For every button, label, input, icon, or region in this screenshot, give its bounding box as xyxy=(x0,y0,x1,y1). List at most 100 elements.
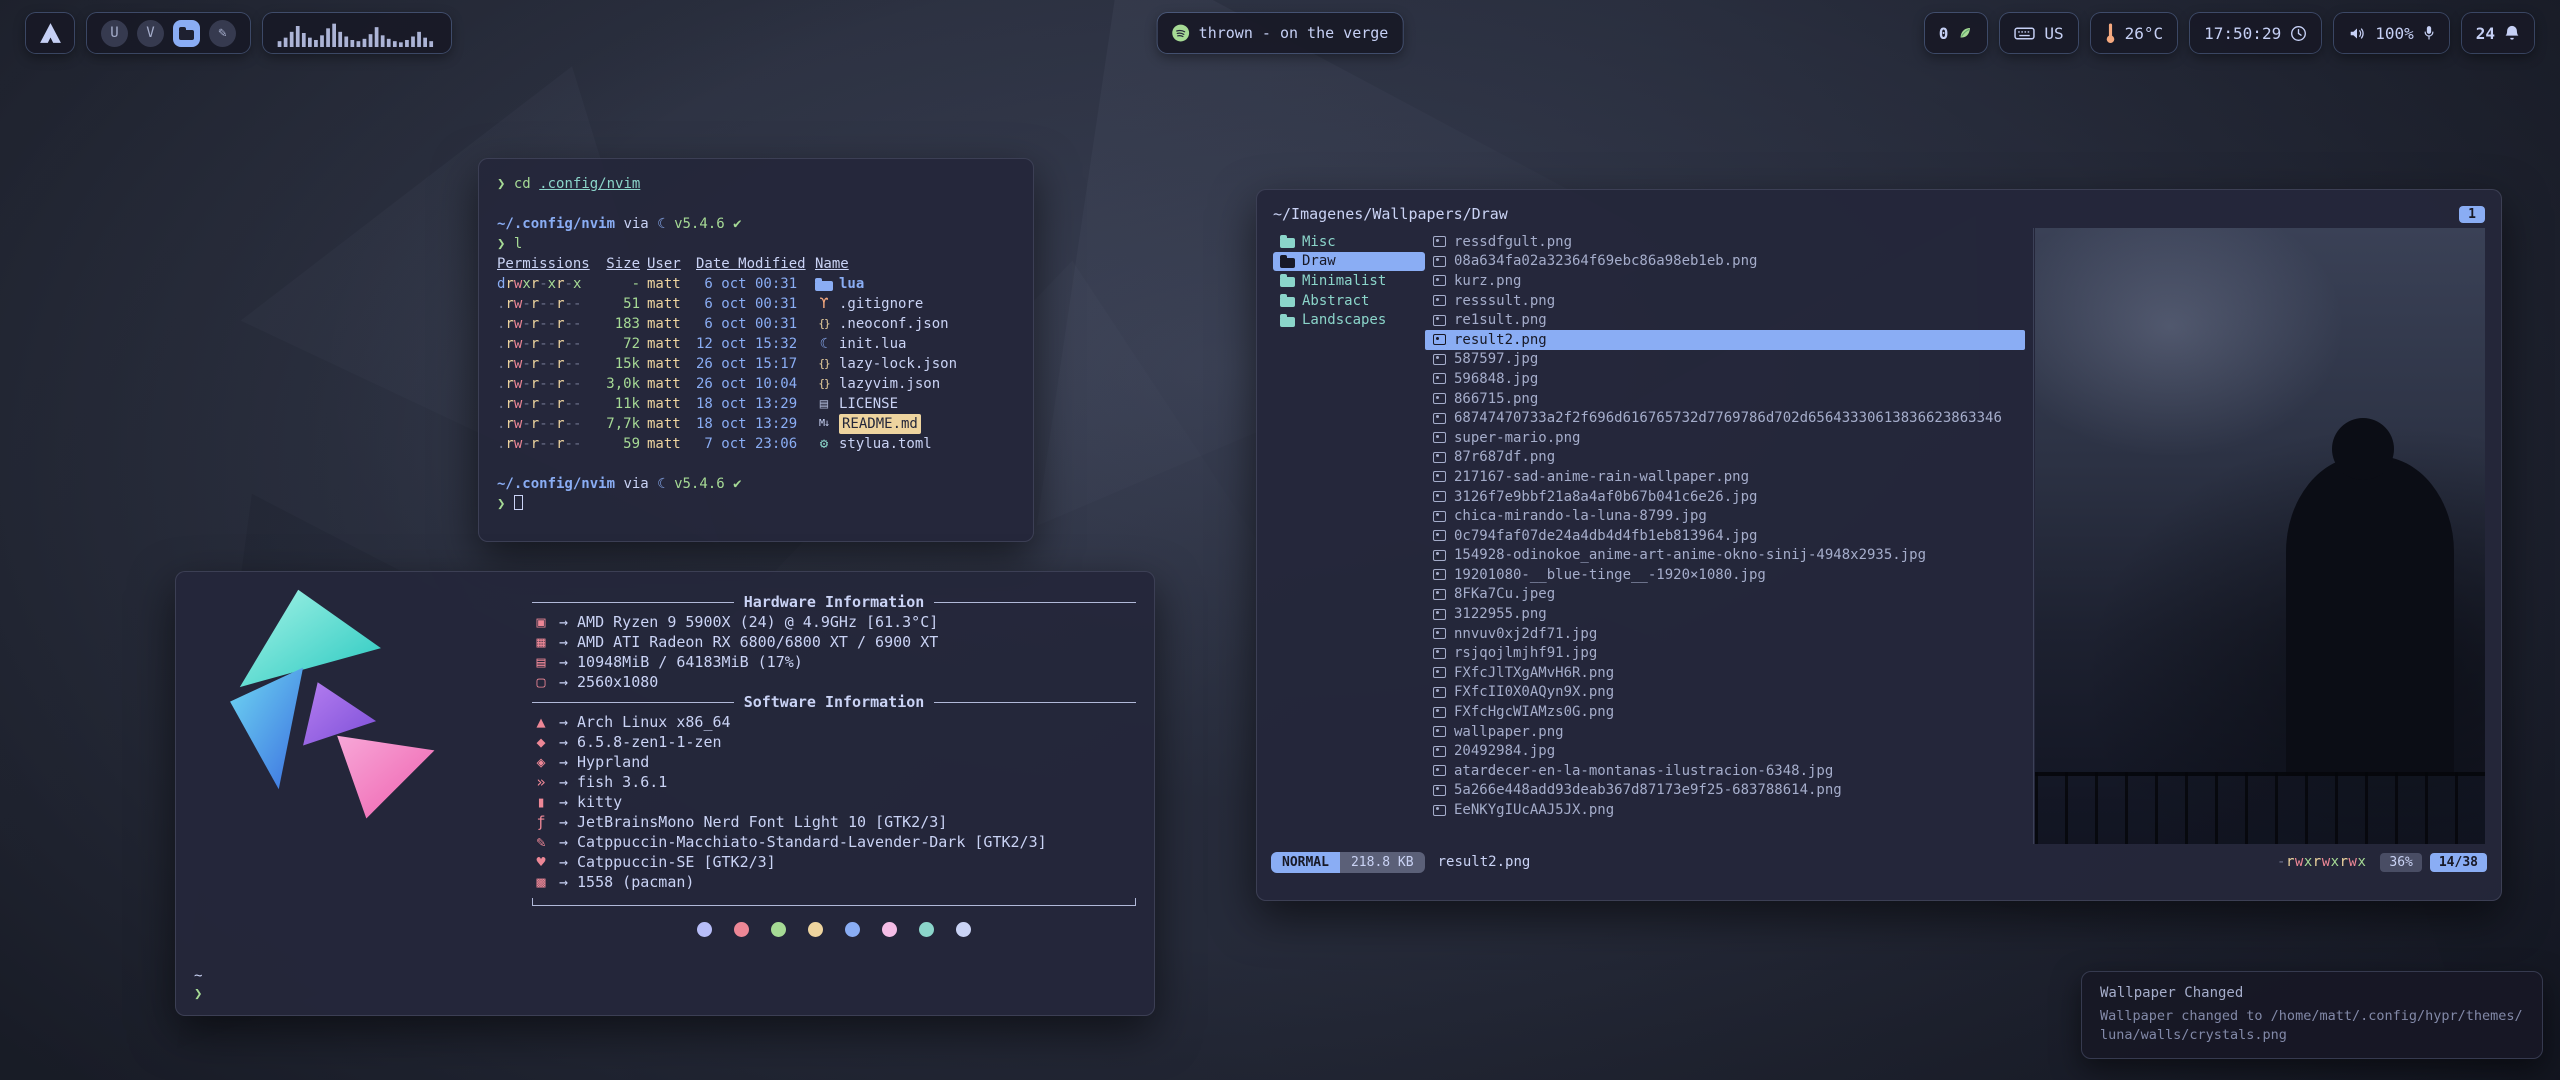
workspace-button[interactable] xyxy=(173,20,200,47)
sidebar-folder-item[interactable]: Abstract xyxy=(1273,291,1425,311)
sidebar-folder-item[interactable]: Landscapes xyxy=(1273,310,1425,330)
arrow-icon: → xyxy=(559,652,568,672)
file-item[interactable]: 596848.jpg xyxy=(1425,369,2025,389)
image-icon xyxy=(1433,726,1446,737)
image-icon xyxy=(1433,315,1446,326)
image-icon xyxy=(1433,550,1446,561)
sidebar-folder-item[interactable]: Minimalist xyxy=(1273,271,1425,291)
terminal-window[interactable]: ❯ cd .config/nvim ~/.config/nvim via v5.… xyxy=(478,158,1034,542)
command-text: l xyxy=(514,236,522,252)
info-text: fish 3.6.1 xyxy=(577,772,667,792)
file-item[interactable]: super-mario.png xyxy=(1425,428,2025,448)
info-icon xyxy=(532,672,550,692)
sidebar-folder-item[interactable]: Draw xyxy=(1273,252,1425,272)
mode-badge: NORMAL xyxy=(1271,852,1340,873)
workspace-button[interactable]: V xyxy=(137,20,164,47)
file-item[interactable]: 8FKa7Cu.jpeg xyxy=(1425,585,2025,605)
file-item[interactable]: FXfcII0X0AQyn9X.png xyxy=(1425,683,2025,703)
user-cell: matt xyxy=(647,294,689,314)
file-item[interactable]: FXfcHgcWIAMzs0G.png xyxy=(1425,702,2025,722)
file-item[interactable]: 3122955.png xyxy=(1425,604,2025,624)
temperature-pill[interactable]: 26°C xyxy=(2091,13,2178,53)
file-item[interactable]: 217167-sad-anime-rain-wallpaper.png xyxy=(1425,467,2025,487)
file-item[interactable]: 587597.jpg xyxy=(1425,350,2025,370)
image-icon xyxy=(1433,393,1446,404)
fetch-window[interactable]: Hardware Information →AMD Ryzen 9 5900X … xyxy=(175,571,1155,1016)
file-name: 154928-odinokoe_anime-art-anime-okno-sin… xyxy=(1454,547,1926,563)
file-name: 3126f7e9bbf21a8a4af0b67b041c6e26.jpg xyxy=(1454,489,1757,505)
volume-pill[interactable]: 100% xyxy=(2334,13,2449,53)
file-item[interactable]: EeNKYgIUcAAJ5JX.png xyxy=(1425,800,2025,820)
updates-count: 0 xyxy=(1939,24,1949,43)
file-item[interactable]: 08a634fa02a32364f69ebc86a98eb1eb.png xyxy=(1425,252,2025,272)
arrow-icon: → xyxy=(559,812,568,832)
command-text: cd xyxy=(514,176,531,192)
file-item[interactable]: nnvuv0xj2df71.jpg xyxy=(1425,624,2025,644)
folder-name: Misc xyxy=(1302,234,1336,250)
file-type-icon xyxy=(815,374,833,394)
info-line: →10948MiB / 64183MiB (17%) xyxy=(532,652,1136,672)
workspace-button[interactable]: U xyxy=(101,20,128,47)
folder-name: Draw xyxy=(1302,253,1336,269)
launcher-button[interactable] xyxy=(26,13,74,53)
file-item[interactable]: 19201080-__blue-tinge__-1920×1080.jpg xyxy=(1425,565,2025,585)
file-item[interactable]: resssult.png xyxy=(1425,291,2025,311)
file-name: lazy-lock.json xyxy=(839,354,957,374)
sidebar-folder-item[interactable]: Misc xyxy=(1273,232,1425,252)
software-section-header: Software Information xyxy=(532,692,1136,712)
temperature-value: 26°C xyxy=(2125,24,2164,43)
file-item[interactable]: kurz.png xyxy=(1425,271,2025,291)
updates-pill[interactable]: 0 xyxy=(1925,13,1988,53)
file-item[interactable]: chica-mirando-la-luna-8799.jpg xyxy=(1425,506,2025,526)
permissions-cell: .rw-r--r-- xyxy=(497,434,589,454)
shell-prompt[interactable]: ~ ❯ xyxy=(194,967,202,1003)
notifications-pill[interactable]: 24 xyxy=(2462,13,2534,53)
color-dot xyxy=(919,922,934,937)
image-icon xyxy=(1433,530,1446,541)
file-item[interactable]: 154928-odinokoe_anime-art-anime-okno-sin… xyxy=(1425,546,2025,566)
file-item[interactable]: 68747470733a2f2f696d616765732d7769786d70… xyxy=(1425,408,2025,428)
status-ok-icon: ✔ xyxy=(733,476,741,492)
crystal-logo xyxy=(192,580,492,872)
clock-time: 17:50:29 xyxy=(2204,24,2281,43)
permissions-cell: drwxr-xr-x xyxy=(497,274,589,294)
file-name: 596848.jpg xyxy=(1454,371,1538,387)
file-item[interactable]: FXfcJlTXgAMvH6R.png xyxy=(1425,663,2025,683)
file-item[interactable]: 5a266e448add93deab367d87173e9f25-6837886… xyxy=(1425,781,2025,801)
header-date: Date Modified xyxy=(696,254,808,274)
notifications-count: 24 xyxy=(2476,24,2495,43)
input-line[interactable]: ❯ xyxy=(497,494,1015,514)
visualizer-pill[interactable] xyxy=(263,13,451,53)
info-text: Catppuccin-SE [GTK2/3] xyxy=(577,852,776,872)
prompt-symbol: ❯ xyxy=(497,176,505,192)
info-text: JetBrainsMono Nerd Font Light 10 [GTK2/3… xyxy=(577,812,947,832)
file-item[interactable]: 0c794faf07de24a4db4d4fb1eb813964.jpg xyxy=(1425,526,2025,546)
prompt-symbol: ❯ xyxy=(194,985,202,1003)
arrow-icon: → xyxy=(559,732,568,752)
size-cell: 72 xyxy=(596,334,640,354)
file-item[interactable]: 3126f7e9bbf21a8a4af0b67b041c6e26.jpg xyxy=(1425,487,2025,507)
file-name: lua xyxy=(839,274,864,294)
file-item[interactable]: result2.png xyxy=(1425,330,2025,350)
file-item[interactable]: rsjqojlmjhf91.jpg xyxy=(1425,643,2025,663)
preview-pane xyxy=(2033,228,2485,844)
workspace-button[interactable] xyxy=(209,20,236,47)
color-dot xyxy=(808,922,823,937)
media-pill[interactable]: thrown - on the verge xyxy=(1158,13,1403,53)
prompt-symbol: ❯ xyxy=(497,236,505,252)
file-item[interactable]: 20492984.jpg xyxy=(1425,741,2025,761)
notification-popup[interactable]: Wallpaper Changed Wallpaper changed to /… xyxy=(2081,971,2543,1059)
file-item[interactable]: wallpaper.png xyxy=(1425,722,2025,742)
file-item[interactable]: 866715.png xyxy=(1425,389,2025,409)
color-dot xyxy=(771,922,786,937)
file-item[interactable]: 87r687df.png xyxy=(1425,448,2025,468)
file-item[interactable]: re1sult.png xyxy=(1425,310,2025,330)
tab-badge[interactable]: 1 xyxy=(2459,206,2485,223)
file-item[interactable]: ressdfgult.png xyxy=(1425,232,2025,252)
file-name: chica-mirando-la-luna-8799.jpg xyxy=(1454,508,1707,524)
file-name: 5a266e448add93deab367d87173e9f25-6837886… xyxy=(1454,782,1842,798)
clock-pill[interactable]: 17:50:29 xyxy=(2190,13,2321,53)
file-item[interactable]: atardecer-en-la-montanas-ilustracion-634… xyxy=(1425,761,2025,781)
file-manager-window[interactable]: ~/Imagenes/Wallpapers/Draw 1 MiscDrawMin… xyxy=(1256,189,2502,901)
keyboard-layout-pill[interactable]: US xyxy=(2000,13,2077,53)
